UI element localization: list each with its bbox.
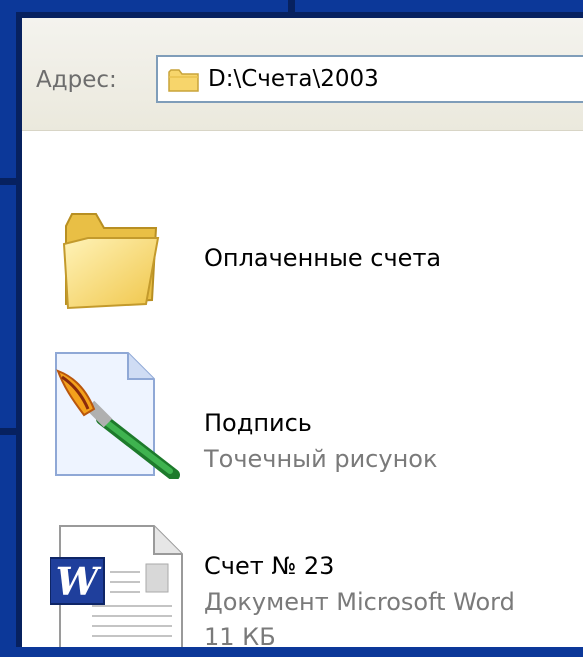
list-item-word-document[interactable]: W Счет № 23 Документ Microsoft Word 11 К… [22, 512, 583, 647]
list-item-bitmap[interactable]: Подпись Точечный рисунок [22, 343, 583, 483]
paint-brush-icon [55, 352, 180, 479]
word-document-icon: W [50, 525, 183, 647]
item-type: Точечный рисунок [204, 445, 438, 473]
address-bar: Адрес: D:\Счета\2003 [22, 18, 583, 131]
item-size: 11 КБ [204, 623, 276, 647]
pointer-line-top [288, 0, 295, 12]
explorer-window: Адрес: D:\Счета\2003 Оплаченные счета По… [22, 18, 583, 647]
svg-text:W: W [56, 559, 102, 604]
item-type: Документ Microsoft Word [204, 588, 515, 616]
list-item-folder[interactable]: Оплаченные счета [22, 198, 583, 328]
item-name: Счет № 23 [204, 552, 335, 580]
address-label: Адрес: [36, 67, 117, 93]
item-name: Оплаченные счета [204, 244, 442, 272]
folder-icon [168, 69, 199, 92]
item-name: Подпись [204, 409, 312, 437]
pointer-line-left [0, 178, 22, 185]
address-path: D:\Счета\2003 [208, 66, 379, 92]
folder-icon [62, 213, 160, 310]
address-field[interactable]: D:\Счета\2003 [156, 55, 583, 103]
